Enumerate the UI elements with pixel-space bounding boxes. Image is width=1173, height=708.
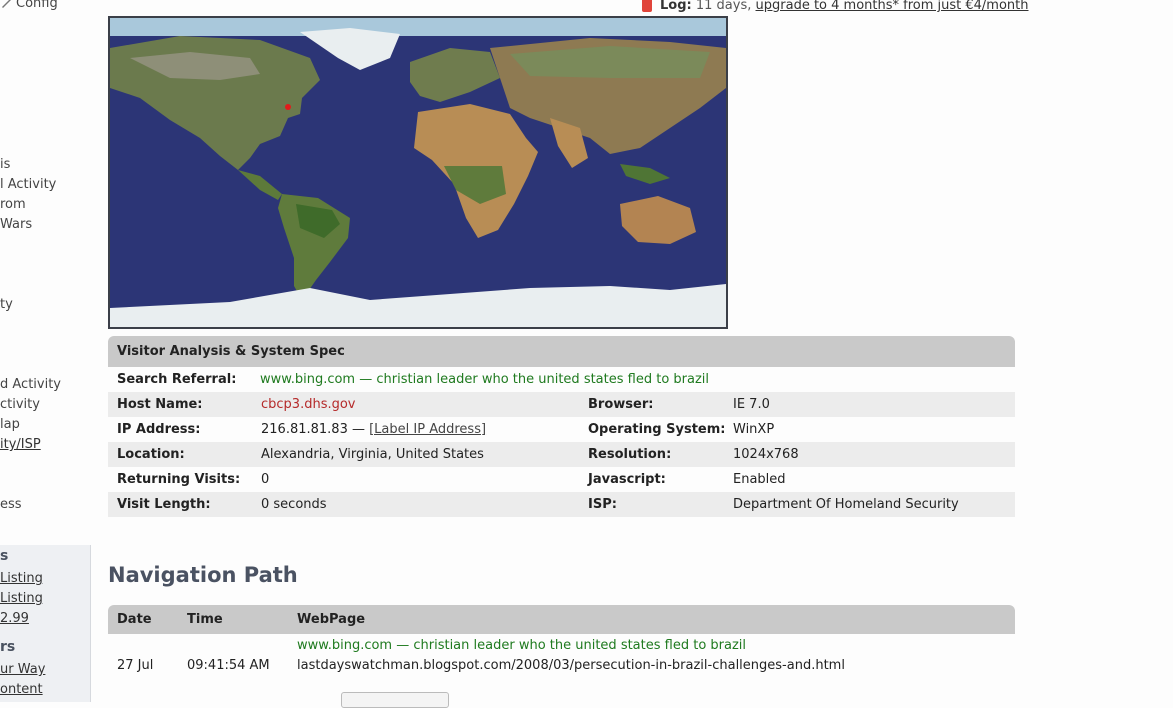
visitor-analysis-title: Visitor Analysis & System Spec bbox=[108, 336, 1015, 367]
sidebar-item[interactable]: ity/ISP bbox=[0, 437, 41, 452]
sidebar-item[interactable]: ctivity bbox=[0, 397, 40, 412]
host-name-label: Host Name: bbox=[117, 397, 203, 412]
wrench-icon bbox=[2, 0, 11, 8]
sidebar-item[interactable]: is bbox=[0, 157, 10, 172]
sidebar-box-link[interactable]: 2.99 bbox=[0, 611, 29, 626]
world-map bbox=[108, 16, 728, 329]
javascript-value: Enabled bbox=[733, 472, 786, 487]
sidebar-item[interactable]: ess bbox=[0, 497, 22, 512]
log-status: Log: 11 days, upgrade to 4 months* from … bbox=[640, 0, 1029, 13]
nav-page[interactable]: lastdayswatchman.blogspot.com/2008/03/pe… bbox=[297, 658, 845, 673]
sidebar-item[interactable]: Wars bbox=[0, 217, 32, 232]
ip-address-label: IP Address: bbox=[117, 422, 201, 437]
upgrade-link[interactable]: upgrade to 4 months* from just €4/month bbox=[756, 0, 1029, 13]
config-link[interactable]: Config bbox=[0, 0, 58, 11]
world-map-image bbox=[110, 18, 726, 327]
javascript-label: Javascript: bbox=[588, 472, 666, 487]
browser-label: Browser: bbox=[588, 397, 654, 412]
location-label: Location: bbox=[117, 447, 185, 462]
visitor-analysis-panel: Visitor Analysis & System Spec Search Re… bbox=[108, 336, 1015, 517]
sidebar-item[interactable]: l Activity bbox=[0, 177, 56, 192]
ip-address-value: 216.81.81.83 — [Label IP Address] bbox=[261, 417, 486, 442]
log-bin-icon bbox=[642, 0, 652, 12]
navigation-path-title: Navigation Path bbox=[108, 563, 298, 587]
navigation-table-header: Date Time WebPage bbox=[108, 605, 1015, 634]
sidebar-box-heading: rs bbox=[0, 639, 16, 655]
location-row: Location: Alexandria, Virginia, United S… bbox=[108, 442, 1015, 467]
log-label: Log: bbox=[660, 0, 692, 13]
sidebar-item[interactable]: ty bbox=[0, 297, 13, 312]
os-value: WinXP bbox=[733, 422, 775, 437]
host-name-value: cbcp3.dhs.gov bbox=[261, 397, 356, 412]
location-value: Alexandria, Virginia, United States bbox=[261, 447, 484, 462]
nav-referrer[interactable]: www.bing.com — christian leader who the … bbox=[297, 638, 746, 653]
sidebar-box-link[interactable]: ur Way bbox=[0, 662, 45, 677]
returning-visits-label: Returning Visits: bbox=[117, 472, 241, 487]
partial-button[interactable] bbox=[341, 692, 449, 708]
isp-label: ISP: bbox=[588, 497, 617, 512]
search-referral-row: Search Referral: www.bing.com — christia… bbox=[108, 367, 1015, 392]
sidebar-item[interactable]: d Activity bbox=[0, 377, 61, 392]
resolution-label: Resolution: bbox=[588, 447, 672, 462]
sidebar-box-link[interactable]: Listing bbox=[0, 591, 43, 606]
col-webpage-header: WebPage bbox=[297, 612, 366, 627]
visit-length-label: Visit Length: bbox=[117, 497, 211, 512]
visit-length-value: 0 seconds bbox=[261, 497, 327, 512]
config-label: Config bbox=[16, 0, 58, 11]
nav-time: 09:41:54 AM bbox=[187, 658, 270, 673]
label-ip-link[interactable]: [Label IP Address] bbox=[369, 422, 486, 437]
table-row: www.bing.com — christian leader who the … bbox=[108, 634, 1015, 694]
col-date-header: Date bbox=[117, 612, 152, 627]
navigation-path-table: Date Time WebPage www.bing.com — christi… bbox=[108, 605, 1015, 694]
ip-address-text: 216.81.81.83 — bbox=[261, 422, 365, 437]
sidebar-item[interactable]: lap bbox=[0, 417, 20, 432]
nav-date: 27 Jul bbox=[117, 658, 154, 673]
visit-length-row: Visit Length: 0 seconds ISP: Department … bbox=[108, 492, 1015, 517]
sidebar-box-link[interactable]: ontent bbox=[0, 682, 43, 697]
returning-visits-value: 0 bbox=[261, 472, 270, 487]
search-referral-label: Search Referral: bbox=[117, 372, 237, 387]
sidebar-item[interactable]: rom bbox=[0, 197, 26, 212]
os-label: Operating System: bbox=[588, 422, 726, 437]
sidebar: Config is l Activity rom Wars ty d Activ… bbox=[0, 0, 92, 702]
browser-value: IE 7.0 bbox=[733, 397, 770, 412]
visitor-location-marker bbox=[285, 104, 291, 110]
search-referral-value[interactable]: www.bing.com — christian leader who the … bbox=[260, 367, 709, 392]
host-row: Host Name: cbcp3.dhs.gov Browser: IE 7.0 bbox=[108, 392, 1015, 417]
col-time-header: Time bbox=[187, 612, 223, 627]
sidebar-box-heading: s bbox=[0, 548, 9, 564]
returning-row: Returning Visits: 0 Javascript: Enabled bbox=[108, 467, 1015, 492]
ip-row: IP Address: 216.81.81.83 — [Label IP Add… bbox=[108, 417, 1015, 442]
log-days: 11 days, bbox=[695, 0, 752, 13]
sidebar-box-link[interactable]: Listing bbox=[0, 571, 43, 586]
resolution-value: 1024x768 bbox=[733, 447, 799, 462]
isp-value: Department Of Homeland Security bbox=[733, 497, 959, 512]
